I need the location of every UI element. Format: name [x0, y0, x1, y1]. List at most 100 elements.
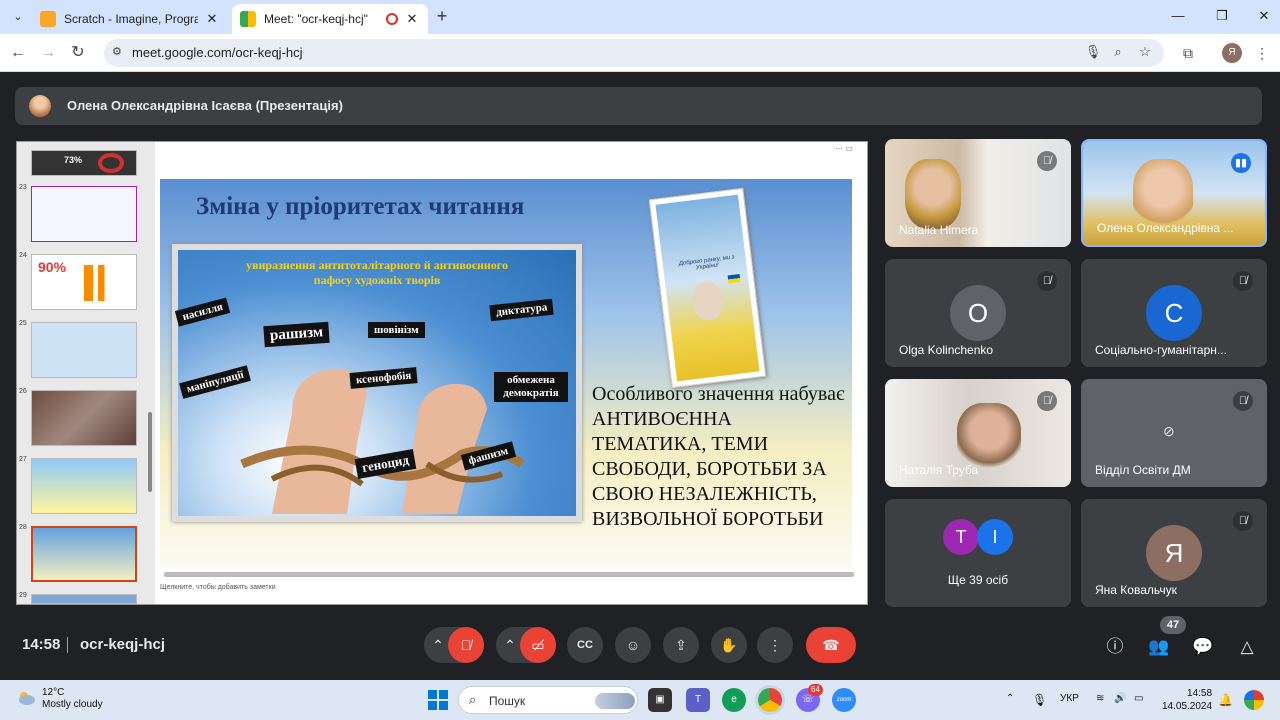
slide-thumbnail[interactable] [31, 594, 137, 604]
participant-video [905, 159, 961, 229]
activities-icon[interactable]: △ [1235, 635, 1259, 659]
system-clock[interactable]: 14:58 14.05.2024 [1162, 687, 1212, 713]
slide-number: 25 [19, 320, 27, 327]
captions-button[interactable]: CC [567, 627, 603, 663]
chart-icon [98, 153, 124, 173]
copilot-icon[interactable] [1244, 690, 1264, 710]
presentation-screen: 73% 23 24 90% 25 26 27 28 29 ⋯ ▭ Зміна у [16, 141, 868, 605]
scratch-favicon-icon [40, 11, 56, 27]
participant-tile[interactable]: 🎙̸ Наталія Труба [885, 379, 1071, 487]
notifications-bell-icon[interactable]: 🔔 [1218, 693, 1233, 707]
participant-tile[interactable]: O 🎙̸ Olga Kolinchenko [885, 259, 1071, 367]
windows-start-icon[interactable] [426, 688, 450, 712]
forward-icon[interactable]: → [38, 43, 58, 63]
input-language[interactable]: УКР [1060, 693, 1079, 704]
muted-mic-icon: 🎙̸ [1233, 271, 1253, 291]
close-tab-icon[interactable]: ✕ [204, 11, 220, 27]
slide-scrollbar[interactable] [164, 572, 854, 577]
audio-options-chevron-icon[interactable]: ⌃ [428, 627, 448, 663]
participant-tile[interactable]: C 🎙̸ Соціально-гуманітарн... [1081, 259, 1267, 367]
close-window-icon[interactable]: ✕ [1256, 8, 1272, 24]
more-options-button[interactable]: ⋮ [757, 627, 793, 663]
reload-icon[interactable]: ↻ [68, 43, 88, 63]
microphone-tray-icon[interactable]: 🎙 [1032, 693, 1047, 707]
zoom-icon[interactable]: ⌕ [1109, 44, 1127, 62]
participant-name: Яна Ковальчук [1095, 583, 1177, 597]
video-options-chevron-icon[interactable]: ⌃ [500, 627, 520, 663]
raise-hand-button[interactable]: ✋ [711, 627, 747, 663]
muted-mic-icon: 🎙̸ [1233, 511, 1253, 531]
emoji-reaction-button[interactable]: ☺ [615, 627, 651, 663]
more-participants-tile[interactable]: T I Ще 39 осіб [885, 499, 1071, 607]
participant-tile[interactable]: 🎙̸ Natalia Himera [885, 139, 1071, 247]
chat-icon[interactable]: 💬 [1191, 635, 1215, 659]
close-tab-icon[interactable]: ✕ [404, 11, 420, 27]
slide-number: 23 [19, 184, 27, 191]
participant-avatar: T [943, 519, 979, 555]
meeting-info-icon[interactable]: ⓘ [1103, 635, 1127, 659]
site-info-icon[interactable]: ⚙ [112, 45, 126, 59]
taskbar-search[interactable]: ⌕ Пошук [458, 686, 638, 714]
teams-icon[interactable]: T [686, 688, 710, 712]
slide-thumbnail[interactable] [31, 186, 137, 242]
more-participants-label: Ще 39 осіб [947, 573, 1009, 587]
camera-off-button[interactable]: ▭̸ [520, 627, 556, 663]
edge-icon[interactable]: e [722, 688, 746, 712]
task-view-icon[interactable]: ▣ [648, 688, 672, 712]
people-count-badge: 47 [1160, 616, 1186, 634]
show-hidden-icons[interactable]: ⌃ [1006, 693, 1014, 704]
search-placeholder: Пошук [489, 694, 526, 708]
menu-icon[interactable]: ⋮ [1252, 43, 1272, 63]
slide-thumbnail[interactable] [31, 322, 137, 378]
volume-icon[interactable]: 🔊 [1114, 693, 1126, 704]
bookmark-star-icon[interactable]: ☆ [1136, 44, 1154, 62]
participant-name: Соціально-гуманітарн... [1095, 343, 1227, 357]
weather-widget[interactable]: 12°C Mostly cloudy [42, 687, 103, 711]
word-label: шовінізм [368, 322, 425, 338]
participant-tile[interactable]: Я 🎙̸ Яна Ковальчук [1081, 499, 1267, 607]
profile-avatar[interactable]: Я [1222, 43, 1242, 63]
tab-scratch[interactable]: Scratch - Imagine, Program, Sh ✕ [32, 4, 228, 34]
notes-placeholder[interactable]: Щелкните, чтобы добавить заметки [160, 584, 276, 591]
restore-icon[interactable]: ❐ [1214, 8, 1230, 24]
ukraine-flag-icon [727, 273, 741, 284]
speaking-indicator-icon: ▮▮ [1231, 153, 1251, 173]
wifi-icon[interactable]: ≋ [1096, 693, 1104, 704]
leave-call-button[interactable]: ☎ [806, 627, 856, 663]
tab-search-icon[interactable]: ⌄ [8, 7, 28, 27]
recording-icon [386, 13, 398, 25]
participant-tile[interactable]: ⊘ 🎙̸ Відділ Освіти ДМ [1081, 379, 1267, 487]
slide-thumbnail[interactable] [31, 390, 137, 446]
meet-window: Олена Олександрівна Ісаєва (Презентація)… [0, 73, 1280, 680]
slide-body-text: Особливого значення набуває АНТИВОЄННА Т… [592, 383, 845, 530]
slide-number: 28 [19, 524, 27, 531]
back-icon[interactable]: ← [8, 43, 28, 63]
slide-thumbnail[interactable]: 90% [31, 254, 137, 310]
tab-meet[interactable]: Meet: "ocr-keqj-hcj" ✕ [232, 4, 428, 34]
presenter-name: Олена Олександрівна Ісаєва (Презентація) [67, 98, 343, 113]
slide-number: 29 [19, 592, 27, 599]
microphone-icon[interactable]: 🎙 [1084, 44, 1102, 62]
new-tab-button[interactable]: + [432, 6, 452, 26]
participant-name: Natalia Himera [899, 223, 979, 237]
meeting-time: 14:58 [22, 636, 61, 653]
extensions-icon[interactable]: ⧉ [1178, 43, 1198, 63]
participant-tile-active[interactable]: ▮▮ Олена Олександрівна ... [1081, 139, 1267, 247]
battery-icon[interactable]: ▭ [1134, 693, 1143, 704]
minimize-icon[interactable]: — [1170, 8, 1186, 24]
address-bar[interactable]: ⚙ meet.google.com/ocr-keqj-hcj 🎙 ⌕ ☆ [104, 39, 1164, 67]
chrome-icon[interactable] [758, 688, 782, 712]
microphone-off-button[interactable]: 🎙̸ [448, 627, 484, 663]
bar-chart-icon [84, 265, 130, 301]
browser-toolbar: ← → ↻ ⚙ meet.google.com/ocr-keqj-hcj 🎙 ⌕… [0, 34, 1280, 72]
slide-number: 26 [19, 388, 27, 395]
meet-favicon-icon [240, 11, 256, 27]
zoom-icon[interactable]: zoom [832, 688, 856, 712]
thumbnail-scrollbar[interactable] [148, 412, 152, 492]
people-icon[interactable]: 👥 [1147, 635, 1171, 659]
slide-thumbnail[interactable] [31, 458, 137, 514]
slide-thumbnail-active[interactable] [31, 526, 137, 582]
presenter-avatar [29, 95, 51, 117]
slide-thumbnail[interactable]: 73% [31, 150, 137, 176]
present-screen-button[interactable]: ⇪ [663, 627, 699, 663]
